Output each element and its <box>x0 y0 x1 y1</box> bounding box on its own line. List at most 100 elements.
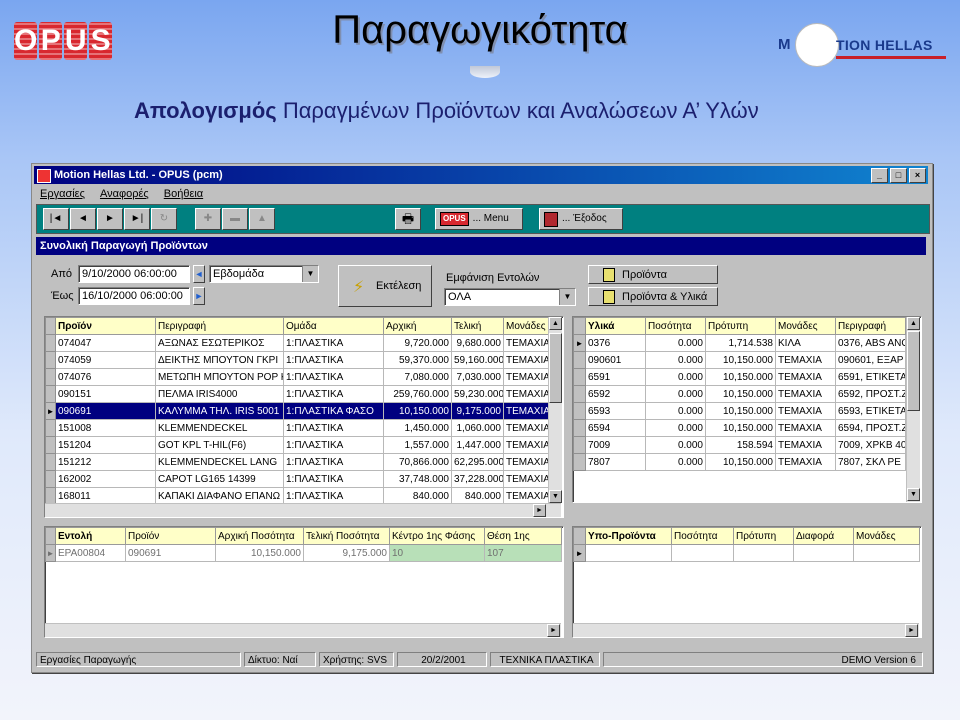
table-cell[interactable]: ΚΑΠΑΚΙ ΔΙΑΦΑΝΟ ΕΠΑΝΩ F <box>155 487 284 505</box>
table-cell[interactable]: ΤΕΜΑΧΙΑ <box>775 436 836 454</box>
minimize-button[interactable]: _ <box>871 168 888 183</box>
table-cell[interactable]: 1:ΠΛΑΣΤΙΚΑ <box>283 436 384 454</box>
table-row[interactable]: ► ΕΡΑ00804 090691 10,150.000 9,175.000 10 107 <box>45 544 562 562</box>
chevron-down-icon[interactable]: ▼ <box>559 289 575 305</box>
table-cell[interactable]: 6594 <box>585 419 646 437</box>
table-cell[interactable]: 0376, ABS ANO <box>835 334 906 352</box>
table-cell[interactable]: ΜΕΤΩΠΗ ΜΠΟΥΤΟΝ POP K <box>155 368 284 386</box>
col-header-final[interactable]: Τελική <box>451 317 504 335</box>
col-header-standard[interactable]: Πρότυπη <box>705 317 776 335</box>
table-cell[interactable]: 259,760.000 <box>383 385 452 403</box>
materials-vscroll[interactable]: ▲ ▼ <box>906 317 920 502</box>
table-cell[interactable]: 840.000 <box>383 487 452 505</box>
table-row[interactable]: 151204 GOT KPL T-HIL(F6) 1:ΠΛΑΣΤΙΚΑ 1,557.0… <box>45 436 549 454</box>
table-cell[interactable]: 158.594 <box>705 436 776 454</box>
table-cell[interactable]: 1,557.000 <box>383 436 452 454</box>
table-row[interactable]: 7009 0.000 158.594 ΤΕΜΑΧΙΑ 7009, ΧΡΚΒ 40 <box>573 436 906 454</box>
col-header-description[interactable]: Περιγραφή <box>835 317 906 335</box>
next-period-button[interactable]: ► <box>193 287 205 305</box>
table-cell[interactable]: ΤΕΜΑΧΙΑ <box>503 419 549 437</box>
table-cell[interactable]: 37,748.000 <box>383 470 452 488</box>
last-record-button[interactable]: ►| <box>124 208 150 230</box>
table-cell[interactable]: ΤΕΜΑΧΙΑ <box>503 402 549 420</box>
table-cell[interactable]: ΤΕΜΑΧΙΑ <box>775 368 836 386</box>
products-grid[interactable]: Προϊόν Περιγραφή Ομάδα Αρχική Τελική Μον… <box>44 316 564 518</box>
table-row[interactable]: 7807 0.000 10,150.000 ΤΕΜΑΧΙΑ 7807, ΣΚΛ ΡΕ <box>573 453 906 471</box>
table-cell[interactable]: 0.000 <box>645 368 706 386</box>
table-cell[interactable]: 0.000 <box>645 334 706 352</box>
col-header-position[interactable]: Θέση 1ης <box>484 527 562 545</box>
table-row[interactable]: 090601 0.000 10,150.000 ΤΕΜΑΧΙΑ 090601, ΕΞΑΡ <box>573 351 906 369</box>
table-row[interactable]: 6594 0.000 10,150.000 ΤΕΜΑΧΙΑ 6594, ΠΡΟΣΤ.Ζ <box>573 419 906 437</box>
table-cell[interactable]: 0.000 <box>645 351 706 369</box>
table-cell[interactable]: 1:ΠΛΑΣΤΙΚΑ <box>283 351 384 369</box>
table-cell[interactable]: 7,030.000 <box>451 368 504 386</box>
col-header-difference[interactable]: Διαφορά <box>793 527 854 545</box>
col-header-units[interactable]: Μονάδες <box>503 317 549 335</box>
table-cell[interactable]: 70,866.000 <box>383 453 452 471</box>
table-cell[interactable]: ΤΕΜΑΧΙΑ <box>503 334 549 352</box>
products-vscroll[interactable]: ▲ ▼ <box>548 317 562 503</box>
table-cell[interactable]: 62,295.000 <box>451 453 504 471</box>
table-cell[interactable]: 107 <box>484 544 562 562</box>
table-cell[interactable]: 1,447.000 <box>451 436 504 454</box>
subproducts-hscroll[interactable]: ► <box>573 623 919 637</box>
table-cell[interactable]: 9,680.000 <box>451 334 504 352</box>
table-cell[interactable]: ΚΑΛΥΜΜΑ ΤΗΛ. IRIS 5001 <box>155 402 284 420</box>
scroll-down-button[interactable]: ▼ <box>549 490 562 503</box>
table-cell[interactable]: 074047 <box>55 334 156 352</box>
table-cell[interactable]: 7009 <box>585 436 646 454</box>
table-row[interactable]: 074076 ΜΕΤΩΠΗ ΜΠΟΥΤΟΝ POP K 1:ΠΛΑΣΤΙΚΑ 7,08… <box>45 368 549 386</box>
table-cell[interactable]: 10,150.000 <box>705 351 776 369</box>
scroll-thumb[interactable] <box>907 331 920 411</box>
table-cell[interactable]: ΤΕΜΑΧΙΑ <box>503 470 549 488</box>
col-header-product[interactable]: Προϊόν <box>125 527 216 545</box>
table-cell[interactable]: 1,450.000 <box>383 419 452 437</box>
table-cell[interactable]: ΤΕΜΑΧΙΑ <box>503 436 549 454</box>
table-cell[interactable]: 151008 <box>55 419 156 437</box>
table-cell[interactable]: GOT KPL T-HIL(F6) <box>155 436 284 454</box>
table-cell[interactable]: 6592 <box>585 385 646 403</box>
table-cell[interactable]: 0.000 <box>645 453 706 471</box>
table-cell[interactable]: 151204 <box>55 436 156 454</box>
table-cell[interactable]: 10,150.000 <box>705 385 776 403</box>
to-date-field[interactable]: 16/10/2000 06:00:00 <box>78 287 190 305</box>
table-cell[interactable]: ΕΡΑ00804 <box>55 544 126 562</box>
table-cell[interactable]: 10,150.000 <box>215 544 304 562</box>
table-cell[interactable]: ΤΕΜΑΧΙΑ <box>503 453 549 471</box>
table-cell[interactable]: 0.000 <box>645 385 706 403</box>
table-cell[interactable]: ΤΕΜΑΧΙΑ <box>775 419 836 437</box>
table-cell[interactable]: 840.000 <box>451 487 504 505</box>
table-cell[interactable]: 10,150.000 <box>705 368 776 386</box>
table-cell[interactable]: KLEMMENDECKEL <box>155 419 284 437</box>
table-row[interactable]: 6593 0.000 10,150.000 ΤΕΜΑΧΙΑ 6593, ΕΤΙΚΕΤΑ <box>573 402 906 420</box>
table-cell[interactable]: ΔΕΙΚΤΗΣ ΜΠΟΥΤΟΝ ΓΚΡΙ <box>155 351 284 369</box>
table-cell[interactable]: 1:ΠΛΑΣΤΙΚΑ ΦΑΣΟ <box>283 402 384 420</box>
table-cell[interactable]: 9,720.000 <box>383 334 452 352</box>
table-cell[interactable]: ΤΕΜΑΧΙΑ <box>775 351 836 369</box>
col-header-product[interactable]: Προϊόν <box>55 317 156 335</box>
table-cell[interactable]: KLEMMENDECKEL LANG <box>155 453 284 471</box>
app-icon[interactable] <box>37 169 51 183</box>
products-materials-button[interactable]: Προϊόντα & Υλικά <box>588 287 718 306</box>
orders-select[interactable]: ΟΛΑ ▼ <box>444 288 576 306</box>
table-cell[interactable]: 074076 <box>55 368 156 386</box>
table-cell[interactable]: 7,080.000 <box>383 368 452 386</box>
table-cell[interactable]: 162002 <box>55 470 156 488</box>
col-header-initial[interactable]: Αρχική <box>383 317 452 335</box>
table-row[interactable]: 074059 ΔΕΙΚΤΗΣ ΜΠΟΥΤΟΝ ΓΚΡΙ 1:ΠΛΑΣΤΙΚΑ 59,3… <box>45 351 549 369</box>
menu-item-reports[interactable]: Αναφορές <box>100 188 149 200</box>
table-cell[interactable]: 1:ΠΛΑΣΤΙΚΑ <box>283 487 384 505</box>
table-cell[interactable]: 7009, ΧΡΚΒ 40 <box>835 436 906 454</box>
table-cell[interactable]: 9,175.000 <box>451 402 504 420</box>
table-cell[interactable]: 090601 <box>585 351 646 369</box>
table-row[interactable]: ► 0376 0.000 1,714.538 ΚΙΛΑ 0376, ABS ANO <box>573 334 906 352</box>
close-button[interactable]: × <box>909 168 926 183</box>
col-header-units[interactable]: Μονάδες <box>853 527 920 545</box>
orders-grid[interactable]: Εντολή Προϊόν Αρχική Ποσότητα Τελική Ποσ… <box>44 526 564 638</box>
menu-button[interactable]: OPUS... Menu <box>435 208 523 230</box>
orders-hscroll[interactable]: ► <box>45 623 561 637</box>
table-cell[interactable]: 9,175.000 <box>303 544 390 562</box>
table-cell[interactable]: 1,060.000 <box>451 419 504 437</box>
table-cell[interactable]: 6594, ΠΡΟΣΤ.Ζ <box>835 419 906 437</box>
